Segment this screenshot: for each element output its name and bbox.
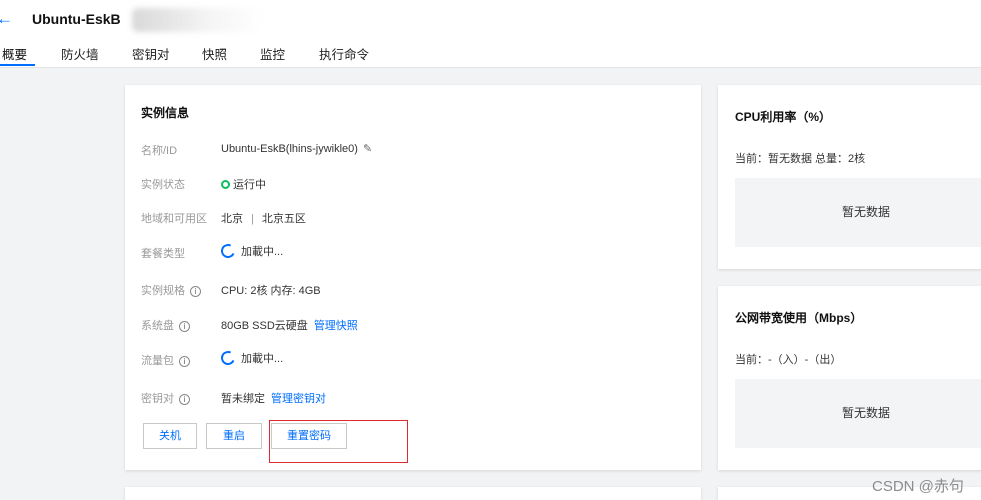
spec-label-text: 实例规格 <box>141 285 185 297</box>
cpu-usage-card: CPU利用率（%） 当前：暂无数据 总量：2核 暂无数据 <box>718 85 981 269</box>
loading-spinner-icon <box>219 349 237 367</box>
row-label-spec: 实例规格 i <box>141 282 201 298</box>
row-value-region: 北京 | 北京五区 <box>221 210 306 226</box>
tab-monitor[interactable]: 监控 <box>260 44 285 63</box>
tab-firewall[interactable]: 防火墙 <box>61 44 99 63</box>
info-icon[interactable]: i <box>179 356 190 367</box>
info-icon[interactable]: i <box>179 394 190 405</box>
cpu-usage-subtitle: 当前：暂无数据 总量：2核 <box>735 153 866 165</box>
row-value-name-id: Ubuntu-EskB(lhins-jywikle0) ✎ <box>221 142 372 155</box>
keypair-label-text: 密钥对 <box>141 393 174 405</box>
row-label-status: 实例状态 <box>141 179 185 191</box>
traffic-loading-text: 加載中... <box>241 353 284 365</box>
manage-keypair-link[interactable]: 管理密钥对 <box>271 393 326 405</box>
manage-snapshot-link[interactable]: 管理快照 <box>314 320 358 332</box>
tab-keypair[interactable]: 密钥对 <box>132 44 170 63</box>
region-separator: | <box>251 213 254 225</box>
row-label-system-disk: 系统盘 i <box>141 317 190 333</box>
keypair-text: 暂未绑定 <box>221 393 265 405</box>
row-label-name-id: 名称/ID <box>141 145 178 157</box>
row-value-keypair: 暂未绑定 管理密钥对 <box>221 390 326 406</box>
row-label-region: 地域和可用区 <box>141 213 207 225</box>
info-icon[interactable]: i <box>179 321 190 332</box>
status-text: 运行中 <box>233 179 266 191</box>
row-label-package: 套餐类型 <box>141 248 185 260</box>
row-value-spec: CPU: 2核 内存: 4GB <box>221 285 321 297</box>
system-disk-label-text: 系统盘 <box>141 320 174 332</box>
loading-spinner-icon <box>219 242 237 260</box>
row-value-traffic: 加載中... <box>219 349 284 367</box>
next-card-left <box>125 487 701 500</box>
bandwidth-no-data-placeholder: 暂无数据 <box>735 379 981 448</box>
bandwidth-usage-card: 公网带宽使用（Mbps） 当前：-（入）-（出） 暂无数据 <box>718 286 981 470</box>
pencil-icon[interactable]: ✎ <box>363 142 372 155</box>
shutdown-button[interactable]: 关机 <box>143 423 197 449</box>
system-disk-text: 80GB SSD云硬盘 <box>221 320 308 332</box>
top-bar: ← Ubuntu-EskB 概要 防火墙 密钥对 快照 监控 执行命令 <box>0 0 981 68</box>
row-value-status: 运行中 <box>221 176 266 192</box>
traffic-label-text: 流量包 <box>141 355 174 367</box>
row-value-system-disk: 80GB SSD云硬盘 管理快照 <box>221 317 358 333</box>
running-status-icon <box>221 180 230 189</box>
instance-title: Ubuntu-EskB <box>32 11 121 27</box>
watermark: CSDN @赤句 <box>872 478 964 495</box>
cpu-usage-title: CPU利用率（%） <box>735 110 832 124</box>
instance-info-title: 实例信息 <box>141 106 190 120</box>
zone-text: 北京五区 <box>261 213 306 225</box>
highlight-annotation-box <box>269 420 408 463</box>
cpu-no-data-placeholder: 暂无数据 <box>735 178 981 247</box>
tab-run-command[interactable]: 执行命令 <box>319 44 369 63</box>
bandwidth-usage-subtitle: 当前：-（入）-（出） <box>735 354 842 366</box>
package-loading-text: 加載中... <box>241 246 284 258</box>
region-text: 北京 <box>221 213 243 225</box>
tab-overview[interactable]: 概要 <box>2 44 27 63</box>
info-icon[interactable]: i <box>190 286 201 297</box>
instance-info-card: 实例信息 名称/ID Ubuntu-EskB(lhins-jywikle0) ✎ … <box>125 85 701 470</box>
redacted-title-area <box>132 8 262 32</box>
tab-snapshot[interactable]: 快照 <box>202 44 227 63</box>
active-tab-indicator <box>0 64 35 66</box>
row-label-keypair: 密钥对 i <box>141 390 190 406</box>
row-label-traffic: 流量包 i <box>141 352 190 368</box>
bandwidth-usage-title: 公网带宽使用（Mbps） <box>735 311 863 325</box>
restart-button[interactable]: 重启 <box>206 423 262 449</box>
row-value-package: 加載中... <box>219 242 284 260</box>
name-id-text: Ubuntu-EskB(lhins-jywikle0) <box>221 143 358 155</box>
arrow-left-icon[interactable]: ← <box>0 9 13 29</box>
